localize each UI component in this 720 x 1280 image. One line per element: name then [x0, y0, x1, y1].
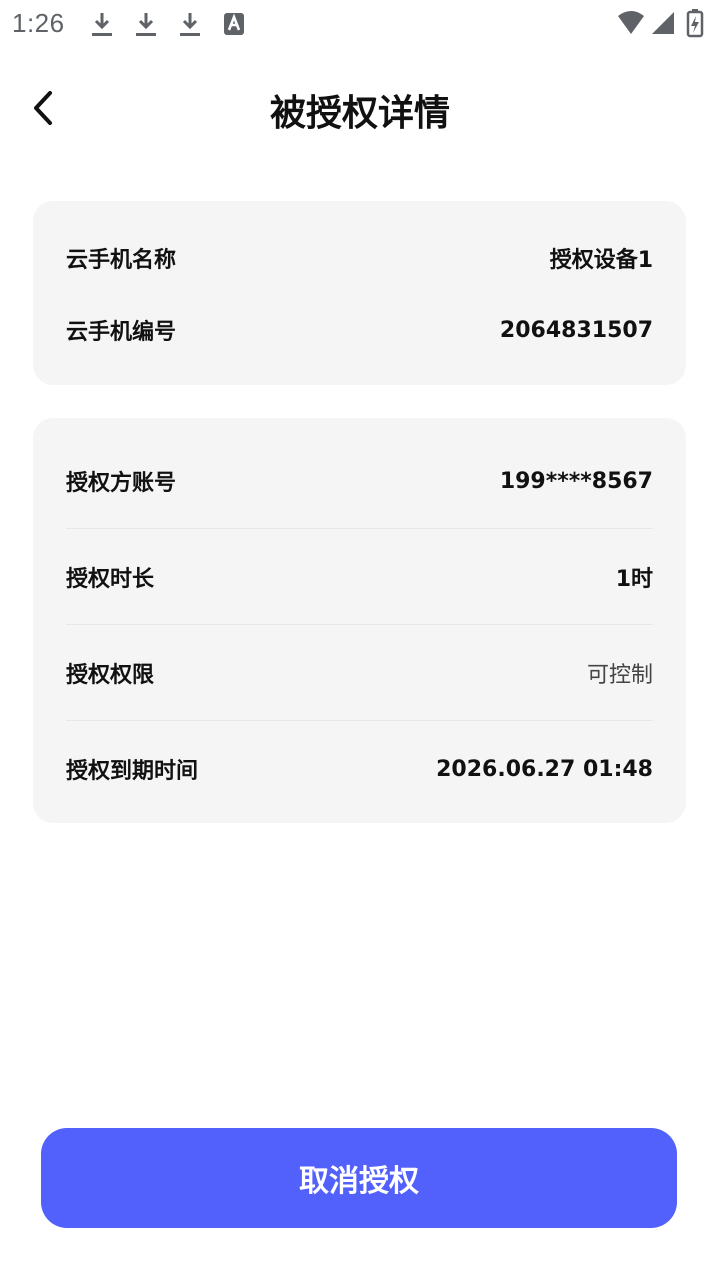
auth-expiry-label: 授权到期时间: [66, 759, 199, 784]
divider: [66, 624, 653, 625]
device-number-row: 云手机编号 2064831507: [66, 310, 653, 350]
download-icon: [133, 10, 159, 38]
grantor-account-value: 199****8567: [499, 468, 653, 494]
auth-expiry-row: 授权到期时间 2026.06.27 01:48: [66, 749, 653, 789]
authorization-info-card: 授权方账号 199****8567 授权时长 1时 授权权限 可控制 授权到期时…: [33, 418, 686, 823]
text-a-icon: [222, 10, 248, 38]
screen: 1:26 被授权详情 云手机名称 授权设备1 云手机编号 2064831507 …: [0, 0, 720, 1280]
auth-duration-row: 授权时长 1时: [66, 557, 653, 597]
auth-duration-label: 授权时长: [66, 567, 155, 592]
divider: [66, 720, 653, 721]
cancel-authorization-button[interactable]: 取消授权: [41, 1128, 677, 1228]
device-name-row: 云手机名称 授权设备1: [66, 238, 653, 278]
auth-duration-value: 1时: [615, 567, 653, 592]
signal-icon: [652, 12, 674, 34]
battery-charging-icon: [686, 9, 704, 38]
wifi-icon: [618, 11, 644, 34]
status-time: 1:26: [12, 8, 65, 38]
divider: [66, 528, 653, 529]
auth-permission-row: 授权权限 可控制: [66, 653, 653, 693]
auth-expiry-value: 2026.06.27 01:48: [436, 756, 653, 782]
auth-permission-label: 授权权限: [66, 663, 155, 688]
page-title: 被授权详情: [269, 93, 450, 134]
grantor-account-label: 授权方账号: [66, 471, 177, 496]
device-number-value: 2064831507: [499, 317, 653, 343]
download-icon: [89, 10, 115, 38]
header: 被授权详情: [0, 60, 720, 160]
device-info-card: 云手机名称 授权设备1 云手机编号 2064831507: [33, 201, 686, 385]
status-right-icons: [616, 8, 710, 40]
download-icon: [177, 10, 203, 38]
grantor-account-row: 授权方账号 199****8567: [66, 461, 653, 501]
status-bar: 1:26: [0, 0, 720, 48]
device-name-label: 云手机名称: [66, 248, 177, 273]
device-number-label: 云手机编号: [66, 320, 177, 345]
auth-permission-value: 可控制: [586, 663, 653, 688]
device-name-value: 授权设备1: [549, 248, 653, 273]
